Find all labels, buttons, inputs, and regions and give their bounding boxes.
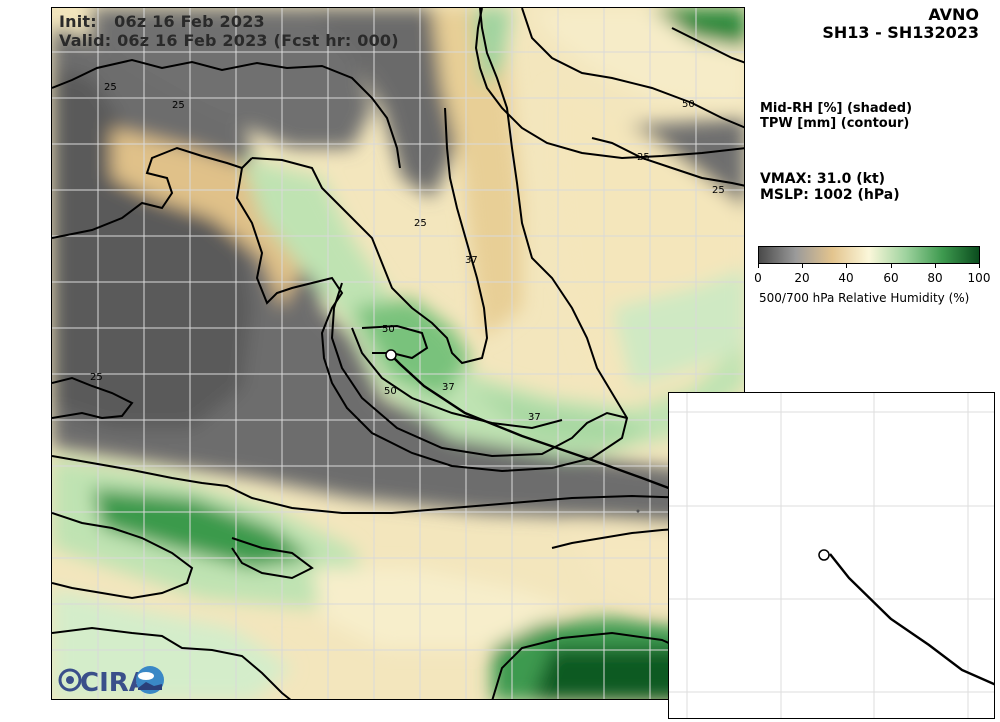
contour-label: 37 <box>442 382 455 393</box>
init-time: Init: 06z 16 Feb 2023 <box>59 12 265 31</box>
contour-label: 50 <box>384 386 397 397</box>
contour-label: 37 <box>465 255 478 266</box>
cira-logo-icon: CIRA <box>58 666 164 696</box>
contour-label: 25 <box>90 372 103 383</box>
contour-label: 50 <box>682 99 695 110</box>
track-dot <box>636 509 640 513</box>
valid-time: Valid: 06z 16 Feb 2023 (Fcst hr: 000) <box>59 31 399 50</box>
colorbar-tick <box>802 264 803 268</box>
colorbar-tick <box>758 264 759 268</box>
shading-description: Mid-RH [%] (shaded) <box>760 101 913 116</box>
contour-label: 25 <box>637 152 650 163</box>
colorbar-tick <box>891 264 892 268</box>
contour-label: 25 <box>172 100 185 111</box>
colorbar-tick-label: 100 <box>967 271 991 285</box>
colorbar-tick-label: 60 <box>883 271 899 285</box>
contour-label: 25 <box>104 82 117 93</box>
inset-storm-center <box>818 549 830 561</box>
colorbar-tick-label: 20 <box>794 271 810 285</box>
contour-label: 37 <box>528 412 541 423</box>
inset-storm-track <box>829 553 994 686</box>
colorbar-tick-label: 0 <box>754 271 762 285</box>
colorbar-tick-label: 40 <box>838 271 854 285</box>
track-inset-panel <box>668 392 995 719</box>
map-panel: 25 25 25 25 50 25 25 37 50 50 37 37 <box>51 7 745 700</box>
contour-label: 25 <box>414 218 427 229</box>
humidity-map: 25 25 25 25 50 25 25 37 50 50 37 37 <box>52 8 744 699</box>
colorbar-tick <box>979 264 980 268</box>
contour-label: 25 <box>712 185 725 196</box>
colorbar-tick <box>846 264 847 268</box>
mslp-value: MSLP: 1002 (hPa) <box>760 187 900 203</box>
vmax-value: VMAX: 31.0 (kt) <box>760 171 886 187</box>
colorbar-tick <box>935 264 936 268</box>
inset-track-plot <box>669 393 994 718</box>
humidity-colorbar <box>758 246 980 264</box>
colorbar-tick-label: 80 <box>927 271 943 285</box>
storm-center-marker <box>385 349 397 361</box>
colorbar-label: 500/700 hPa Relative Humidity (%) <box>759 291 970 305</box>
storm-id: SH13 - SH132023 <box>822 23 979 42</box>
contour-label: 50 <box>382 324 395 335</box>
contour-description: TPW [mm] (contour) <box>760 116 910 131</box>
model-name: AVNO <box>928 5 979 24</box>
